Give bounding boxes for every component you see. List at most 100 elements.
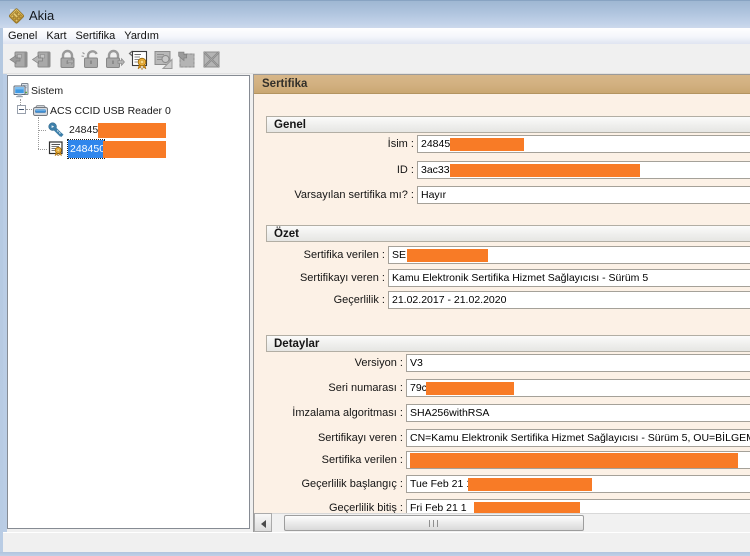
form-row: Sertifikayı veren : CN=Kamu Elektronik S…: [254, 429, 750, 447]
form-row: Geçerlilik : 21.02.2017 - 21.02.2020: [254, 291, 750, 309]
form-row: Varsayılan sertifika mı? : Hayır: [254, 186, 750, 204]
form-row: Sertifika verilen : SE: [254, 246, 750, 264]
window-title: Akia: [29, 8, 54, 23]
redaction-overlay: [407, 249, 488, 262]
section-title: Genel: [267, 117, 750, 131]
redaction-overlay: [468, 478, 592, 491]
field-input[interactable]: CN=Kamu Elektronik Sertifika Hizmet Sağl…: [406, 429, 750, 447]
field-input[interactable]: SHA256withRSA: [406, 404, 750, 422]
field-input[interactable]: SE: [388, 246, 750, 264]
toolbar-button-import-certificate[interactable]: [175, 48, 198, 71]
computer-icon: [13, 82, 30, 99]
scrollbar-grip-icon: [429, 520, 439, 527]
field-value: Kamu Elektronik Sertifika Hizmet Sağlayı…: [392, 272, 648, 284]
menu-item-kart[interactable]: Kart: [42, 29, 70, 44]
field-input[interactable]: 21.02.2017 - 21.02.2020: [388, 291, 750, 309]
field-input[interactable]: 79c: [406, 379, 750, 397]
form-row: Sertifika verilen :: [254, 451, 750, 469]
scrollbar-track[interactable]: [272, 513, 750, 532]
section-header-genel: Genel: [266, 116, 750, 133]
tree-expander-collapse[interactable]: [17, 105, 26, 114]
field-label: İsim :: [254, 135, 417, 153]
field-label: Varsayılan sertifika mı? :: [254, 186, 417, 204]
menu-item-yardim[interactable]: Yardım: [120, 29, 163, 44]
field-input[interactable]: Tue Feb 21 1: [406, 475, 750, 493]
field-label: Sertifika verilen :: [254, 246, 388, 264]
form-row: Seri numarası : 79c: [254, 379, 750, 397]
form-row: Sertifikayı veren : Kamu Elektronik Sert…: [254, 269, 750, 287]
toolbar-button-remove-card[interactable]: [31, 48, 54, 71]
toolbar-button-card-logout[interactable]: [102, 48, 125, 71]
field-input[interactable]: Kamu Elektronik Sertifika Hizmet Sağlayı…: [388, 269, 750, 287]
field-label: Geçerlilik başlangıç :: [254, 475, 406, 493]
certificate-export-icon: [152, 62, 175, 74]
form-row: İmzalama algoritması : SHA256withRSA: [254, 404, 750, 422]
scroll-left-arrow-icon: [261, 520, 266, 528]
tree-item-label: ACS CCID USB Reader 0: [50, 103, 171, 119]
toolbar-button-export-certificate[interactable]: [152, 48, 175, 71]
padlock-closed-icon: [56, 62, 79, 74]
redaction-overlay: [98, 123, 166, 138]
form-row: Versiyon : V3: [254, 354, 750, 372]
padlock-arrow-icon: [102, 62, 125, 74]
certificate-icon: [48, 140, 65, 157]
toolbar-button-insert-card[interactable]: [8, 48, 31, 71]
title-bar[interactable]: Akia: [0, 0, 750, 28]
section-title: Özet: [267, 226, 750, 240]
menu-bar: GenelKartSertifikaYardım: [3, 28, 750, 44]
toolbar-button-card-login[interactable]: [56, 48, 79, 71]
horizontal-scrollbar[interactable]: [254, 513, 750, 532]
redaction-overlay: [410, 453, 738, 468]
field-value: 79c: [410, 382, 427, 394]
import-box-icon: [175, 62, 198, 74]
toolbar-button-delete-certificate[interactable]: [200, 48, 223, 71]
redaction-overlay: [450, 164, 640, 177]
field-input[interactable]: [406, 451, 750, 469]
application-window: { "window": { "title": "Akia" }, "menu":…: [0, 0, 750, 556]
field-value: Hayır: [421, 189, 446, 201]
scroll-left-button[interactable]: [254, 513, 272, 532]
field-value: Tue Feb 21 1: [410, 478, 472, 490]
field-value: CN=Kamu Elektronik Sertifika Hizmet Sağl…: [410, 432, 750, 444]
toolbar-button-view-certificate[interactable]: [128, 48, 151, 71]
tree-item-label: 24845: [69, 122, 98, 138]
field-input[interactable]: 3ac33: [417, 161, 750, 179]
certificate-seal-icon: [128, 62, 151, 74]
field-input[interactable]: V3: [406, 354, 750, 372]
field-value: 3ac33: [421, 164, 450, 176]
field-label: Sertifikayı veren :: [254, 429, 406, 447]
menu-item-sertifika[interactable]: Sertifika: [72, 29, 120, 44]
menu-item-genel[interactable]: Genel: [4, 29, 41, 44]
toolbar: [3, 44, 750, 74]
panel-title: Sertifika: [254, 75, 750, 90]
field-value: SE: [392, 249, 406, 261]
tree-item-label: 248450: [68, 140, 104, 156]
status-bar: [3, 532, 750, 552]
toolbar-button-change-pin[interactable]: [79, 48, 102, 71]
panel-title-bar: Sertifika: [254, 75, 750, 94]
certificate-panel: Sertifika Genel İsim : 24845 ID : 3ac33 Var…: [253, 74, 750, 532]
key-icon: [47, 121, 64, 138]
field-input[interactable]: 24845: [417, 135, 750, 153]
padlock-open-icon: [79, 62, 102, 74]
card-reader-icon: [32, 102, 49, 119]
tree-connector-line: [38, 149, 47, 150]
form-row: Geçerlilik başlangıç : Tue Feb 21 1: [254, 475, 750, 493]
window-border-bottom: [0, 552, 750, 556]
section-header-detaylar: Detaylar: [266, 335, 750, 352]
field-value: SHA256withRSA: [410, 407, 489, 419]
redaction-overlay: [103, 141, 166, 158]
field-value: V3: [410, 357, 423, 369]
field-label: İmzalama algoritması :: [254, 404, 406, 422]
tree-item-label: Sistem: [31, 83, 63, 99]
form-row: ID : 3ac33: [254, 161, 750, 179]
tree-connector-line: [38, 130, 46, 131]
scrollbar-thumb[interactable]: [284, 515, 584, 531]
redaction-overlay: [450, 138, 524, 151]
field-label: Seri numarası :: [254, 379, 406, 397]
field-input[interactable]: Hayır: [417, 186, 750, 204]
field-value: Fri Feb 21 1: [410, 502, 467, 514]
card-insert-icon: [8, 62, 31, 74]
field-label: Versiyon :: [254, 354, 406, 372]
card-remove-icon: [31, 62, 54, 74]
